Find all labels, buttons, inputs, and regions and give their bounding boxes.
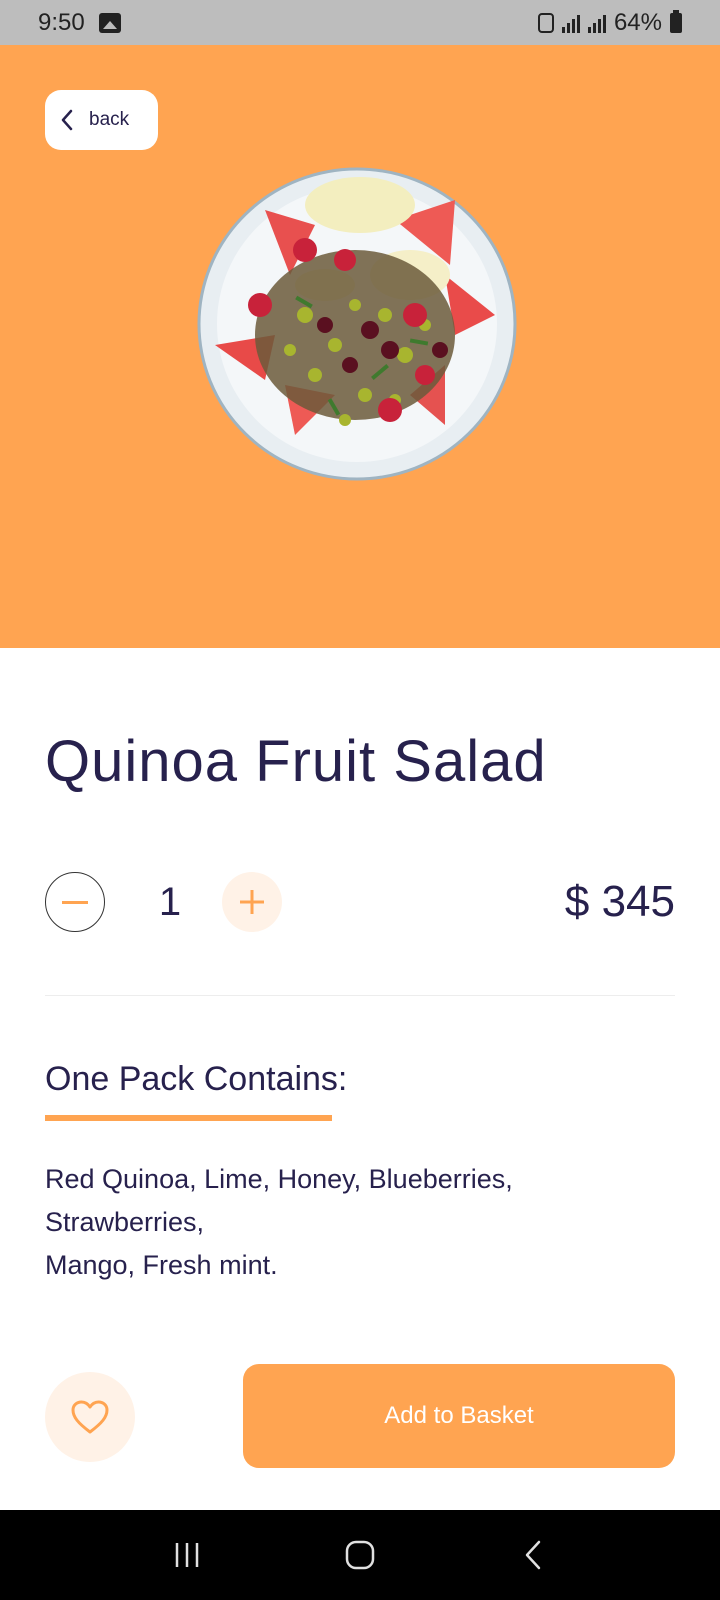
section-heading: One Pack Contains:: [45, 1060, 348, 1098]
add-to-basket-button[interactable]: Add to Basket: [243, 1364, 675, 1468]
divider: [45, 995, 675, 996]
section-underline: [45, 1115, 332, 1121]
back-button[interactable]: back: [45, 90, 158, 150]
recents-icon: [175, 1543, 198, 1567]
minus-icon: [62, 900, 88, 904]
signal-icon: [587, 13, 606, 33]
favorite-button[interactable]: [45, 1372, 135, 1462]
chevron-left-icon: [61, 109, 73, 131]
product-title: Quinoa Fruit Salad: [45, 729, 547, 794]
back-label: back: [89, 109, 130, 130]
plus-icon: [240, 890, 264, 914]
status-time: 9:50: [38, 8, 85, 36]
nav-home-button[interactable]: [330, 1525, 390, 1585]
product-price: $ 345: [564, 877, 675, 926]
status-right: 64%: [537, 8, 682, 37]
lock-icon: [537, 12, 554, 33]
nav-back-button[interactable]: [503, 1525, 563, 1585]
quantity-value: 1: [158, 880, 182, 924]
nav-recents-button[interactable]: [157, 1525, 217, 1585]
home-icon: [345, 1540, 375, 1570]
status-left: 9:50: [38, 9, 121, 37]
nav-back-icon: [526, 1540, 541, 1570]
quantity-row: 1 $ 345: [45, 872, 675, 932]
product-hero: back: [0, 45, 720, 648]
heart-icon: [71, 1400, 109, 1434]
increase-quantity-button[interactable]: [222, 872, 282, 932]
gallery-notification-icon: [98, 12, 121, 33]
signal-icon: [561, 13, 580, 33]
battery-percent: 64%: [613, 8, 662, 36]
status-bar: 9:50 64%: [0, 0, 720, 45]
system-nav-bar: [0, 1510, 720, 1600]
product-image: [197, 167, 517, 481]
decrease-quantity-button[interactable]: [45, 872, 105, 932]
battery-icon: [670, 9, 682, 33]
pack-contents: Red Quinoa, Lime, Honey, Blueberries, St…: [45, 1164, 513, 1280]
